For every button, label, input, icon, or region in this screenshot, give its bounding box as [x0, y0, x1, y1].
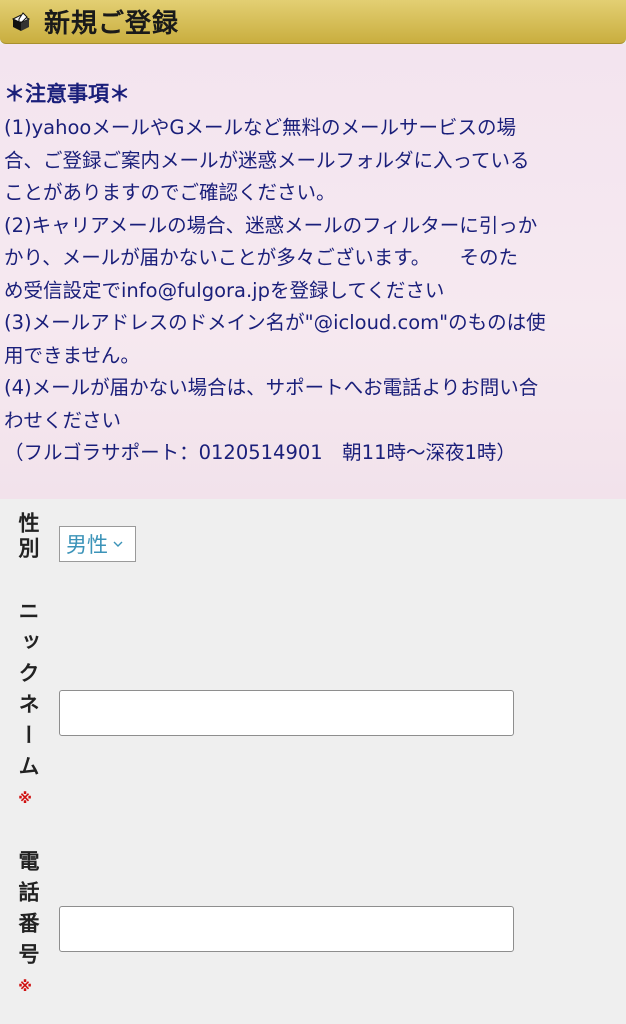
- notice-line: (4)メールが届かない場合は、サポートへお電話よりお問い合: [4, 376, 539, 399]
- gender-select-value: 男性: [66, 533, 108, 557]
- pencil-cube-icon: [11, 11, 31, 31]
- notice-line: （フルゴラサポート：0120514901 朝11時〜深夜1時）: [4, 441, 516, 464]
- notice-box: ＊注意事項＊ (1)yahooメールやGメールなど無料のメールサービスの場 合、…: [0, 44, 626, 499]
- notice-heading: ＊注意事項＊: [4, 82, 130, 106]
- nickname-required-mark: ※: [18, 791, 32, 807]
- gender-label-text: 性別: [16, 512, 40, 562]
- notice-line: 合、ご登録ご案内メールが迷惑メールフォルダに入っている: [4, 148, 530, 172]
- gender-label: 性別: [12, 512, 40, 562]
- notice-line: (1)yahooメールやGメールなど無料のメールサービスの場: [4, 116, 516, 139]
- phone-required-mark: ※: [18, 979, 32, 995]
- nickname-label-text: ニックネーム: [16, 600, 40, 786]
- notice-line: ことがありますのでご確認ください。: [4, 181, 336, 204]
- gender-select[interactable]: 男性: [59, 526, 136, 562]
- notice-line: め受信設定でinfo@fulgora.jpを登録してください: [4, 278, 445, 302]
- notice-line: 用できません。: [4, 343, 140, 367]
- nickname-label: ニックネーム ※: [12, 600, 40, 812]
- notice-line: わせください: [4, 408, 122, 432]
- phone-label-text: 電話番号: [16, 850, 40, 974]
- chevron-down-icon: [113, 541, 123, 547]
- notice-line: かり、メールが届かないことが多々ございます。 そのた: [4, 246, 519, 269]
- notice-line: (3)メールアドレスのドメイン名が"@icloud.com"のものは使: [4, 311, 546, 334]
- phone-input[interactable]: [59, 906, 514, 952]
- notice-line: (2)キャリアメールの場合、迷惑メールのフィルターに引っか: [4, 213, 538, 237]
- nickname-input[interactable]: [59, 690, 514, 736]
- page-title: 新規ご登録: [44, 9, 180, 39]
- phone-label: 電話番号 ※: [12, 850, 40, 1000]
- page-header: 新規ご登録: [0, 0, 626, 44]
